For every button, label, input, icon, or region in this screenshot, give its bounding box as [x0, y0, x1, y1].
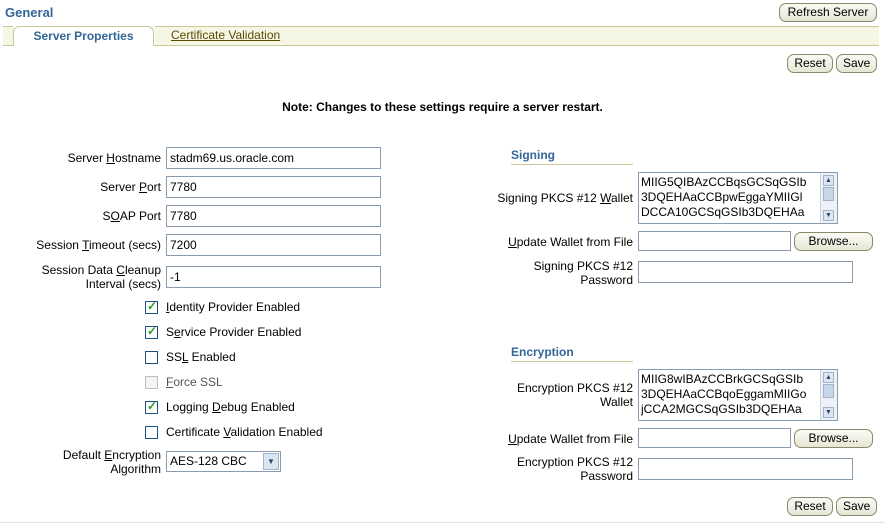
algorithm-select[interactable]: AES-128 CBC ▼ [166, 451, 281, 472]
signing-password-input[interactable] [638, 261, 853, 283]
session-cleanup-label: Session Data Cleanup Interval (secs) [41, 263, 161, 291]
bottom-divider [0, 522, 885, 523]
service-provider-label: Service Provider Enabled [166, 325, 302, 339]
scroll-up-icon[interactable]: ▲ [823, 175, 834, 186]
server-hostname-label: Server Hostname [67, 151, 161, 165]
service-provider-checkbox[interactable]: ✓ [145, 324, 158, 339]
checkmark-icon: ✓ [147, 399, 158, 413]
signing-heading: Signing [511, 148, 633, 165]
identity-provider-checkbox[interactable]: ✓ [145, 299, 158, 314]
encryption-wallet-label: Encryption PKCS #12 Wallet [516, 381, 633, 409]
save-button-top[interactable]: Save [836, 54, 877, 73]
soap-port-label: SOAP Port [102, 209, 162, 223]
encryption-update-label: Update Wallet from File [508, 432, 633, 446]
signing-wallet-label: Signing PKCS #12 Wallet [497, 191, 633, 205]
certificate-validation-label: Certificate Validation Enabled [166, 425, 323, 439]
soap-port-input[interactable]: 7780 [166, 205, 381, 227]
signing-update-label: Update Wallet from File [508, 235, 633, 249]
tab-server-properties[interactable]: Server Properties [13, 26, 154, 46]
reset-button-bottom[interactable]: Reset [787, 497, 833, 516]
refresh-server-button[interactable]: Refresh Server [779, 3, 877, 22]
session-timeout-label: Session Timeout (secs) [36, 238, 161, 252]
scroll-down-icon[interactable]: ▼ [823, 210, 834, 221]
logging-debug-label: Logging Debug Enabled [166, 400, 295, 414]
algorithm-label: Default Encryption Algorithm [62, 448, 161, 476]
encryption-heading: Encryption [511, 345, 633, 362]
signing-wallet-textarea[interactable]: MIIG5QIBAzCCBqsGCSqGSIb 3DQEHAaCCBpwEgga… [638, 172, 838, 224]
save-button-bottom[interactable]: Save [836, 497, 877, 516]
signing-browse-button[interactable]: Browse... [794, 232, 873, 251]
session-timeout-input[interactable]: 7200 [166, 234, 381, 256]
signing-password-label: Signing PKCS #12 Password [533, 259, 633, 287]
force-ssl-label: Force SSL [166, 375, 223, 389]
page-title: General [5, 5, 54, 20]
encryption-password-label: Encryption PKCS #12 Password [516, 455, 633, 483]
logging-debug-checkbox[interactable]: ✓ [145, 399, 158, 414]
encryption-wallet-scrollbar[interactable]: ▲ ▼ [820, 370, 837, 420]
encryption-browse-button[interactable]: Browse... [794, 429, 873, 448]
encryption-password-input[interactable] [638, 458, 853, 480]
ssl-enabled-label: SSL Enabled [166, 350, 236, 364]
reset-button-top[interactable]: Reset [787, 54, 833, 73]
checkmark-icon: ✓ [147, 324, 158, 338]
scroll-up-icon[interactable]: ▲ [823, 372, 834, 383]
tab-certificate-validation[interactable]: Certificate Validation [171, 26, 280, 45]
force-ssl-checkbox[interactable] [145, 376, 158, 389]
session-cleanup-input[interactable]: -1 [166, 266, 381, 288]
ssl-enabled-checkbox[interactable] [145, 351, 158, 364]
tab-bar: Server Properties Certificate Validation [3, 26, 879, 46]
certificate-validation-checkbox[interactable] [145, 426, 158, 439]
server-port-label: Server Port [100, 180, 161, 194]
server-port-input[interactable]: 7780 [166, 176, 381, 198]
encryption-file-input[interactable] [638, 428, 791, 448]
signing-wallet-scrollbar[interactable]: ▲ ▼ [820, 173, 837, 223]
restart-note: Note: Changes to these settings require … [282, 100, 603, 114]
checkmark-icon: ✓ [147, 299, 158, 313]
signing-file-input[interactable] [638, 231, 791, 251]
identity-provider-label: Identity Provider Enabled [166, 300, 301, 314]
chevron-down-icon: ▼ [263, 453, 279, 470]
scroll-down-icon[interactable]: ▼ [823, 407, 834, 418]
encryption-wallet-textarea[interactable]: MIIG8wIBAzCCBrkGCSqGSIb 3DQEHAaCCBqoEgga… [638, 369, 838, 421]
server-hostname-input[interactable]: stadm69.us.oracle.com [166, 147, 381, 169]
